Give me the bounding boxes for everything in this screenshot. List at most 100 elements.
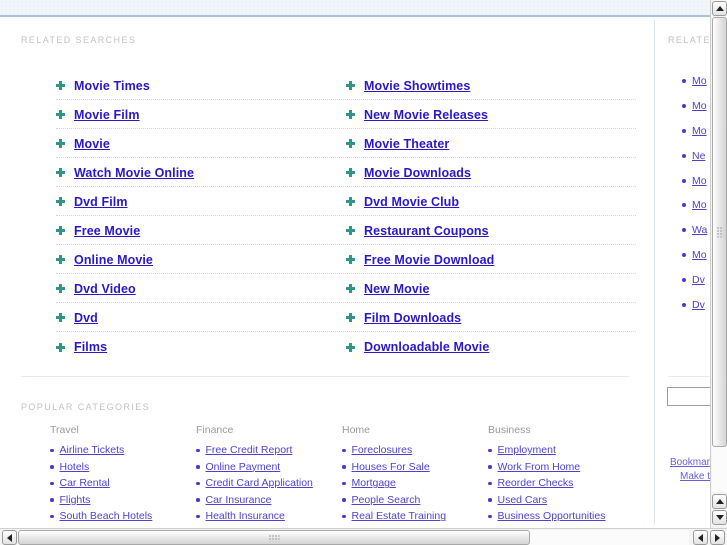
sparkle-icon bbox=[56, 284, 65, 293]
related-search-link[interactable]: Free Movie Download bbox=[364, 253, 494, 267]
category-link[interactable]: Online Payment bbox=[206, 461, 281, 473]
round-bullet-icon bbox=[196, 448, 200, 452]
aside-related-link[interactable]: Mo bbox=[692, 75, 707, 87]
related-search-link[interactable]: Online Movie bbox=[74, 253, 153, 267]
sparkle-icon bbox=[56, 313, 65, 322]
list-item: Flights bbox=[50, 492, 196, 509]
category-link[interactable]: Car Rental bbox=[60, 477, 110, 489]
related-search-cell-left: Movie Film bbox=[56, 100, 346, 128]
page-content: RELATED SEARCHES Movie Times Movie Showti… bbox=[0, 19, 710, 525]
category-link[interactable]: Health Insurance bbox=[206, 510, 285, 522]
category-link[interactable]: Employment bbox=[498, 444, 556, 456]
category-link[interactable]: Credit Card Application bbox=[206, 477, 313, 489]
round-bullet-icon bbox=[488, 448, 492, 452]
related-search-link[interactable]: Movie bbox=[74, 137, 110, 151]
triangle-right-icon bbox=[715, 533, 720, 542]
round-bullet-icon bbox=[342, 514, 346, 518]
category-link[interactable]: Reorder Checks bbox=[498, 477, 574, 489]
related-searches-heading: RELATED SEARCHES bbox=[21, 35, 137, 45]
category-link[interactable]: Airline Tickets bbox=[60, 444, 125, 456]
aside-related-link[interactable]: Ne bbox=[692, 150, 705, 162]
related-search-cell-right: Movie Showtimes bbox=[346, 71, 636, 99]
related-search-link[interactable]: New Movie Releases bbox=[364, 108, 488, 122]
category-column-business: Business Employment Work From Home Reorder … bbox=[488, 424, 634, 525]
round-bullet-icon bbox=[682, 277, 686, 282]
category-link[interactable]: Foreclosures bbox=[352, 444, 413, 456]
triangle-left-icon bbox=[698, 533, 703, 542]
related-search-link[interactable]: Movie Theater bbox=[364, 137, 449, 151]
related-search-link[interactable]: Dvd Video bbox=[74, 282, 136, 296]
category-link[interactable]: Real Estate Training bbox=[352, 510, 447, 522]
horizontal-scrollbar[interactable] bbox=[0, 528, 727, 545]
related-search-link[interactable]: Dvd Film bbox=[74, 195, 128, 209]
related-search-link[interactable]: Movie Downloads bbox=[364, 166, 471, 180]
vertical-scroll-thumb[interactable] bbox=[712, 17, 727, 447]
round-bullet-icon bbox=[682, 153, 686, 158]
scroll-left-button-secondary[interactable] bbox=[693, 530, 708, 545]
aside-search-input[interactable] bbox=[667, 387, 710, 406]
grip-icon bbox=[716, 226, 723, 238]
scroll-up-button[interactable] bbox=[712, 1, 727, 16]
related-search-link[interactable]: Films bbox=[74, 340, 107, 354]
category-link[interactable]: Business Opportunities bbox=[498, 510, 606, 522]
aside-related-list: Mo Mo Mo Ne Mo Mo Wa Mo Dv Dv bbox=[682, 69, 710, 317]
aside-column: RELATED Mo Mo Mo Ne Mo Mo Wa Mo Dv Dv Bookmark Ma… bbox=[656, 19, 710, 525]
category-link[interactable]: Flights bbox=[60, 494, 91, 506]
related-search-row: Movie Times Movie Showtimes bbox=[56, 71, 636, 100]
category-link[interactable]: Car Insurance bbox=[206, 494, 272, 506]
aside-related-link[interactable]: Dv bbox=[692, 299, 705, 311]
aside-related-link[interactable]: Mo bbox=[692, 125, 707, 137]
related-search-link[interactable]: Watch Movie Online bbox=[74, 166, 194, 180]
related-search-cell-right: Movie Downloads bbox=[346, 158, 636, 186]
vertical-scroll-track[interactable] bbox=[712, 17, 727, 492]
category-link-list: Employment Work From Home Reorder Checks Us… bbox=[488, 442, 634, 525]
related-search-link[interactable]: Free Movie bbox=[74, 224, 140, 238]
related-search-link[interactable]: Film Downloads bbox=[364, 311, 461, 325]
sparkle-icon bbox=[346, 168, 355, 177]
category-link[interactable]: South Beach Hotels bbox=[60, 510, 153, 522]
related-search-cell-left: Movie Times bbox=[56, 71, 346, 99]
list-item: Credit Card Application bbox=[196, 475, 342, 492]
related-search-link[interactable]: Dvd Movie Club bbox=[364, 195, 459, 209]
scroll-down-button[interactable] bbox=[712, 510, 727, 525]
scroll-up-button-secondary[interactable] bbox=[712, 494, 727, 509]
aside-related-link[interactable]: Dv bbox=[692, 274, 705, 286]
aside-related-link[interactable]: Mo bbox=[692, 175, 707, 187]
aside-list-item: Mo bbox=[682, 94, 710, 119]
related-search-link[interactable]: Movie Times bbox=[74, 79, 150, 93]
category-link[interactable]: Mortgage bbox=[352, 477, 396, 489]
make-this-homepage-link[interactable]: Make thi bbox=[680, 471, 710, 482]
aside-related-link[interactable]: Mo bbox=[692, 100, 707, 112]
related-search-link[interactable]: New Movie bbox=[364, 282, 430, 296]
aside-related-link[interactable]: Mo bbox=[692, 199, 707, 211]
round-bullet-icon bbox=[50, 465, 54, 469]
related-search-link[interactable]: Restaurant Coupons bbox=[364, 224, 489, 238]
related-search-cell-left: Online Movie bbox=[56, 245, 346, 273]
related-search-cell-left: Dvd bbox=[56, 303, 346, 331]
scroll-right-button[interactable] bbox=[710, 530, 725, 545]
aside-related-link[interactable]: Mo bbox=[692, 249, 707, 261]
sparkle-icon bbox=[346, 255, 355, 264]
related-search-row: Films Downloadable Movie bbox=[56, 332, 636, 361]
horizontal-scroll-thumb[interactable] bbox=[18, 530, 530, 545]
category-link[interactable]: Used Cars bbox=[498, 494, 548, 506]
related-search-link[interactable]: Downloadable Movie bbox=[364, 340, 489, 354]
list-item: Houses For Sale bbox=[342, 459, 488, 476]
category-link[interactable]: People Search bbox=[352, 494, 421, 506]
related-search-row: Online Movie Free Movie Download bbox=[56, 245, 636, 274]
list-item: Airline Tickets bbox=[50, 442, 196, 459]
aside-related-link[interactable]: Wa bbox=[692, 224, 707, 236]
category-link[interactable]: Houses For Sale bbox=[352, 461, 430, 473]
related-search-link[interactable]: Dvd bbox=[74, 311, 98, 325]
category-link[interactable]: Hotels bbox=[60, 461, 90, 473]
scroll-left-button[interactable] bbox=[2, 530, 17, 545]
related-search-link[interactable]: Movie Showtimes bbox=[364, 79, 470, 93]
category-link[interactable]: Work From Home bbox=[498, 461, 581, 473]
bookmark-link[interactable]: Bookmark bbox=[670, 457, 710, 468]
related-search-row: Dvd Film Downloads bbox=[56, 303, 636, 332]
round-bullet-icon bbox=[342, 481, 346, 485]
related-search-link[interactable]: Movie Film bbox=[74, 108, 140, 122]
horizontal-scroll-track[interactable] bbox=[18, 530, 689, 545]
category-link[interactable]: Free Credit Report bbox=[206, 444, 293, 456]
vertical-scrollbar[interactable] bbox=[710, 0, 727, 528]
